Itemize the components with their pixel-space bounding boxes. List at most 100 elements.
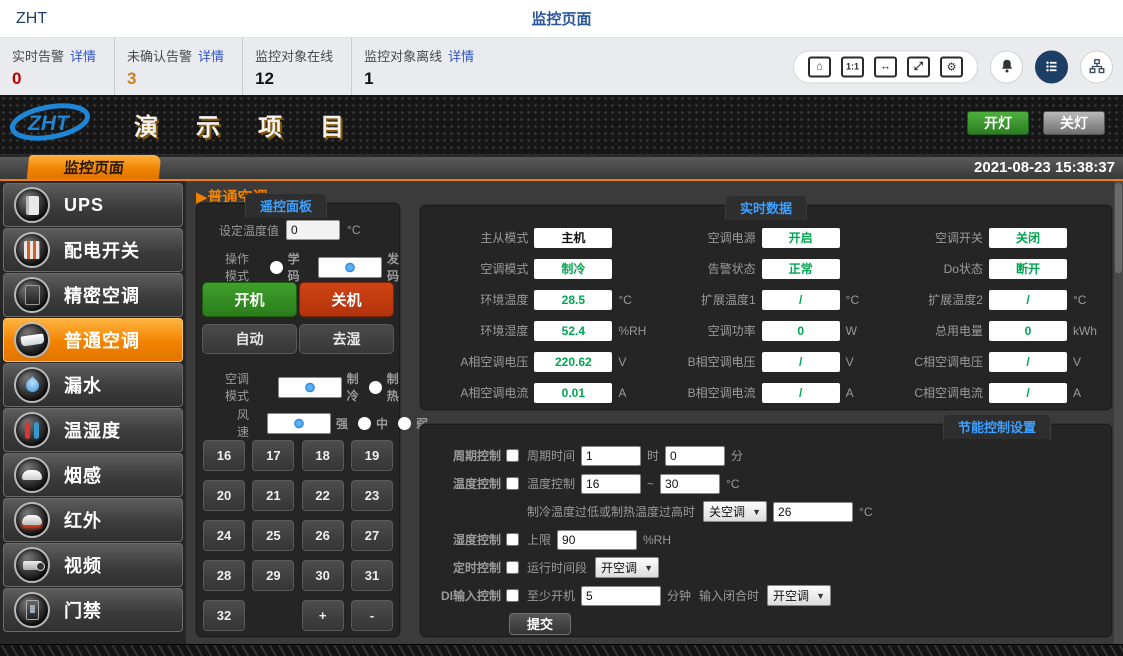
protect-action-select[interactable]: 关空调▼ [703,501,767,522]
list-menu-icon[interactable] [1035,50,1068,83]
temp-decrease-key[interactable]: - [351,600,393,631]
cycle-minutes-input[interactable] [665,446,725,466]
rt-unit: %RH [618,324,646,338]
fullscreen-icon[interactable]: ⤢ [907,56,930,77]
auto-button[interactable]: 自动 [202,324,297,354]
scrollbar-thumb[interactable] [1115,183,1122,273]
one-to-one-icon[interactable]: 1:1 [841,56,864,77]
rt-value: 0 [989,321,1067,341]
humidity-limit-input[interactable] [557,530,637,550]
thermometer-icon [14,412,50,448]
power-on-button[interactable]: 开机 [202,282,297,317]
sidebar-item-label: 漏水 [64,372,102,398]
rt-label: 空调功率 [650,322,755,339]
submit-button[interactable]: 提交 [509,613,571,635]
stat-online: 监控对象在线 12 [243,38,352,95]
timer-control-checkbox[interactable] [506,561,519,574]
temp-key[interactable]: 32 [203,600,245,631]
sidebar-item-infrared[interactable]: 红外 [3,498,183,542]
topology-icon[interactable] [1080,50,1113,83]
temp-key[interactable]: 30 [302,560,344,591]
stat-value: 1 [364,69,474,89]
cycle-control-label: 周期控制 [453,447,501,464]
detail-link[interactable]: 详情 [448,49,474,64]
temp-key[interactable]: 20 [203,480,245,511]
humidity-control-checkbox[interactable] [506,533,519,546]
rt-field: B相空调电流/A [650,377,877,408]
radio-fan-mid[interactable]: 中 [358,415,388,432]
rt-value: / [989,290,1067,310]
rt-unit: A [618,386,646,400]
select-value: 关空调 [709,503,745,520]
temp-key[interactable]: 31 [351,560,393,591]
rt-field: 环境湿度 52.4 %RH [423,315,650,346]
radio-fan-high[interactable]: 强 [259,413,348,434]
cycle-control-row: 周期控制 周期时间 时 分 [439,445,1101,466]
bell-glyph [998,58,1016,76]
temp-key[interactable]: 25 [252,520,294,551]
rt-value: 52.4 [534,321,612,341]
rt-label: 环境湿度 [423,322,528,339]
cycle-hours-input[interactable] [581,446,641,466]
di-control-checkbox[interactable] [506,589,519,602]
timer-action-select[interactable]: 开空调▼ [595,557,659,578]
rt-value: / [762,290,840,310]
temp-key[interactable]: 18 [302,440,344,471]
sidebar-item-water-leak[interactable]: 漏水 [3,363,183,407]
settings-gear-icon[interactable]: ⚙ [940,56,963,77]
temp-key[interactable]: 29 [252,560,294,591]
min-runtime-input[interactable] [581,586,661,606]
protect-temp-input[interactable] [773,502,853,522]
radio-cooling[interactable]: 制冷 [270,370,359,404]
temp-increase-key[interactable]: + [302,600,344,631]
fit-width-icon[interactable]: ↔ [874,56,897,77]
radio-send-code[interactable]: 发码 [310,250,399,284]
camera-icon [14,547,50,583]
radio-learn-code[interactable]: 学码 [270,250,300,284]
set-temp-input[interactable] [286,220,340,240]
light-off-button[interactable]: 关灯 [1043,111,1105,135]
content-scrollbar[interactable] [1114,181,1123,644]
stat-realtime-alarm: 实时告警详情 0 [0,38,115,95]
radio-icon [270,261,283,274]
sidebar-item-precision-ac[interactable]: 精密空调 [3,273,183,317]
sidebar-item-power-switch[interactable]: 配电开关 [3,228,183,272]
sidebar-item-door-access[interactable]: 门禁 [3,588,183,632]
temp-key[interactable]: 23 [351,480,393,511]
sidebar-item-ups[interactable]: UPS [3,183,183,227]
radio-label: 制冷 [347,370,359,404]
temp-control-checkbox[interactable] [506,477,519,490]
radio-heating[interactable]: 制热 [369,370,399,404]
temp-max-input[interactable] [660,474,720,494]
bell-icon[interactable] [990,50,1023,83]
detail-link[interactable]: 详情 [198,49,224,64]
rt-value: 28.5 [534,290,612,310]
temp-key[interactable]: 26 [302,520,344,551]
temp-key[interactable]: 17 [252,440,294,471]
detail-link[interactable]: 详情 [70,49,96,64]
cycle-control-checkbox[interactable] [506,449,519,462]
temp-key[interactable]: 28 [203,560,245,591]
breaker-icon [14,232,50,268]
temp-min-input[interactable] [581,474,641,494]
humidity-limit-label: 上限 [527,531,551,548]
temp-key[interactable]: 24 [203,520,245,551]
di-action-select[interactable]: 开空调▼ [767,585,831,606]
temp-key[interactable]: 21 [252,480,294,511]
sidebar-item-smoke[interactable]: 烟感 [3,453,183,497]
sidebar-item-video[interactable]: 视频 [3,543,183,587]
temp-key[interactable]: 22 [302,480,344,511]
temp-key[interactable]: 27 [351,520,393,551]
sidebar-item-normal-ac[interactable]: 普通空调 [3,318,183,362]
light-on-button[interactable]: 开灯 [967,111,1029,135]
rt-field: 告警状态正常 [650,253,877,284]
home-icon[interactable]: ⌂ [808,56,831,77]
power-off-button[interactable]: 关机 [299,282,394,317]
sidebar-item-temp-humidity[interactable]: 温湿度 [3,408,183,452]
rt-unit: kWh [1073,324,1101,338]
temp-key[interactable]: 16 [203,440,245,471]
temp-key[interactable]: 19 [351,440,393,471]
realtime-panel-tab: 实时数据 [725,195,807,220]
tab-monitor-page[interactable]: 监控页面 [27,155,162,179]
dehumidify-button[interactable]: 去湿 [299,324,394,354]
